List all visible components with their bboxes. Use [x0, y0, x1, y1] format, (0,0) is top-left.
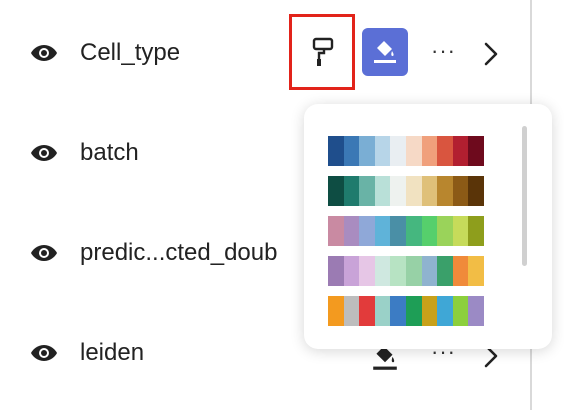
palette-swatch	[468, 176, 484, 206]
palette-swatch	[468, 136, 484, 166]
layer-label: leiden	[80, 339, 145, 366]
palette-swatch	[452, 136, 469, 166]
layer-label: batch	[80, 139, 139, 166]
palette-swatch	[421, 296, 438, 326]
palette-swatch	[328, 296, 344, 326]
palette-swatch	[421, 136, 438, 166]
palette-swatch	[405, 176, 422, 206]
palette-swatch	[405, 136, 422, 166]
palette-swatch	[359, 296, 375, 326]
palette-swatch	[405, 296, 422, 326]
palette-swatch	[374, 176, 391, 206]
palette-button[interactable]	[289, 14, 355, 90]
palette-swatch	[468, 296, 484, 326]
palette-option[interactable]	[328, 256, 484, 286]
palette-swatch	[343, 136, 360, 166]
eye-icon[interactable]	[30, 142, 58, 164]
palette-swatch	[405, 256, 422, 286]
palette-swatch	[328, 176, 344, 206]
palette-swatch	[359, 216, 375, 246]
palette-swatch	[452, 296, 469, 326]
popover-scrollbar[interactable]	[522, 126, 527, 266]
palette-swatch	[328, 256, 344, 286]
layer-label: predic...cted_doub	[80, 239, 278, 266]
palette-swatch	[343, 296, 360, 326]
palette-swatch	[374, 296, 391, 326]
palette-option[interactable]	[328, 296, 484, 326]
chevron-right-icon[interactable]	[483, 41, 499, 67]
palette-swatch	[437, 256, 453, 286]
paint-bucket-icon	[374, 41, 396, 63]
palette-popover	[304, 104, 552, 349]
palette-swatch	[437, 136, 453, 166]
palette-option[interactable]	[328, 216, 484, 246]
palette-swatch	[390, 136, 406, 166]
fill-color-button[interactable]	[362, 28, 408, 76]
palette-swatch	[390, 176, 406, 206]
layer-label: Cell_type	[80, 39, 181, 66]
more-options-button[interactable]: ···	[431, 38, 456, 64]
palette-swatch	[390, 256, 406, 286]
palette-swatch	[405, 216, 422, 246]
palette-swatch	[374, 256, 391, 286]
palette-option[interactable]	[328, 136, 484, 166]
palette-swatch	[359, 176, 375, 206]
palette-swatch	[328, 216, 344, 246]
palette-swatch	[359, 136, 375, 166]
palette-swatch	[390, 296, 406, 326]
palette-swatch	[468, 256, 484, 286]
palette-swatch	[421, 216, 438, 246]
eye-icon[interactable]	[30, 242, 58, 264]
palette-swatch	[452, 216, 469, 246]
eye-icon[interactable]	[30, 342, 58, 364]
palette-swatch	[343, 216, 360, 246]
palette-swatch	[421, 256, 438, 286]
palette-swatch	[468, 216, 484, 246]
eye-icon[interactable]	[30, 42, 58, 64]
palette-swatch	[343, 256, 360, 286]
palette-swatch	[421, 176, 438, 206]
palette-swatch	[374, 136, 391, 166]
palette-swatch	[452, 256, 469, 286]
palette-option[interactable]	[328, 176, 484, 206]
palette-swatch	[437, 216, 453, 246]
palette-swatch	[343, 176, 360, 206]
palette-swatch	[374, 216, 391, 246]
palette-swatch	[452, 176, 469, 206]
palette-swatch	[328, 136, 344, 166]
palette-swatch	[437, 176, 453, 206]
paint-roller-icon	[312, 37, 334, 66]
palette-swatch	[359, 256, 375, 286]
palette-swatch	[437, 296, 453, 326]
palette-swatch	[390, 216, 406, 246]
